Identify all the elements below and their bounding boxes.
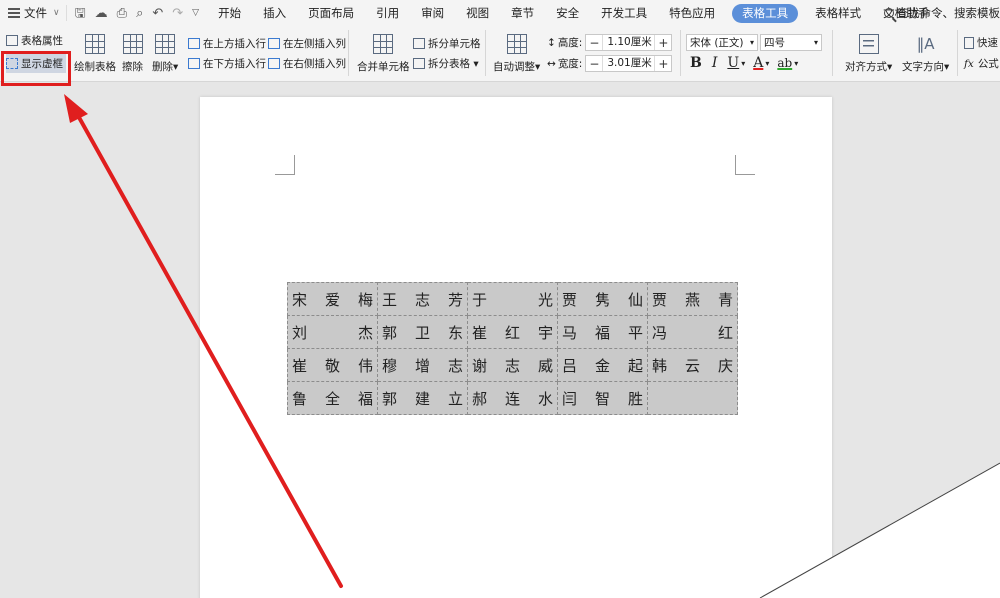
red-arrow-annotation xyxy=(64,94,343,588)
